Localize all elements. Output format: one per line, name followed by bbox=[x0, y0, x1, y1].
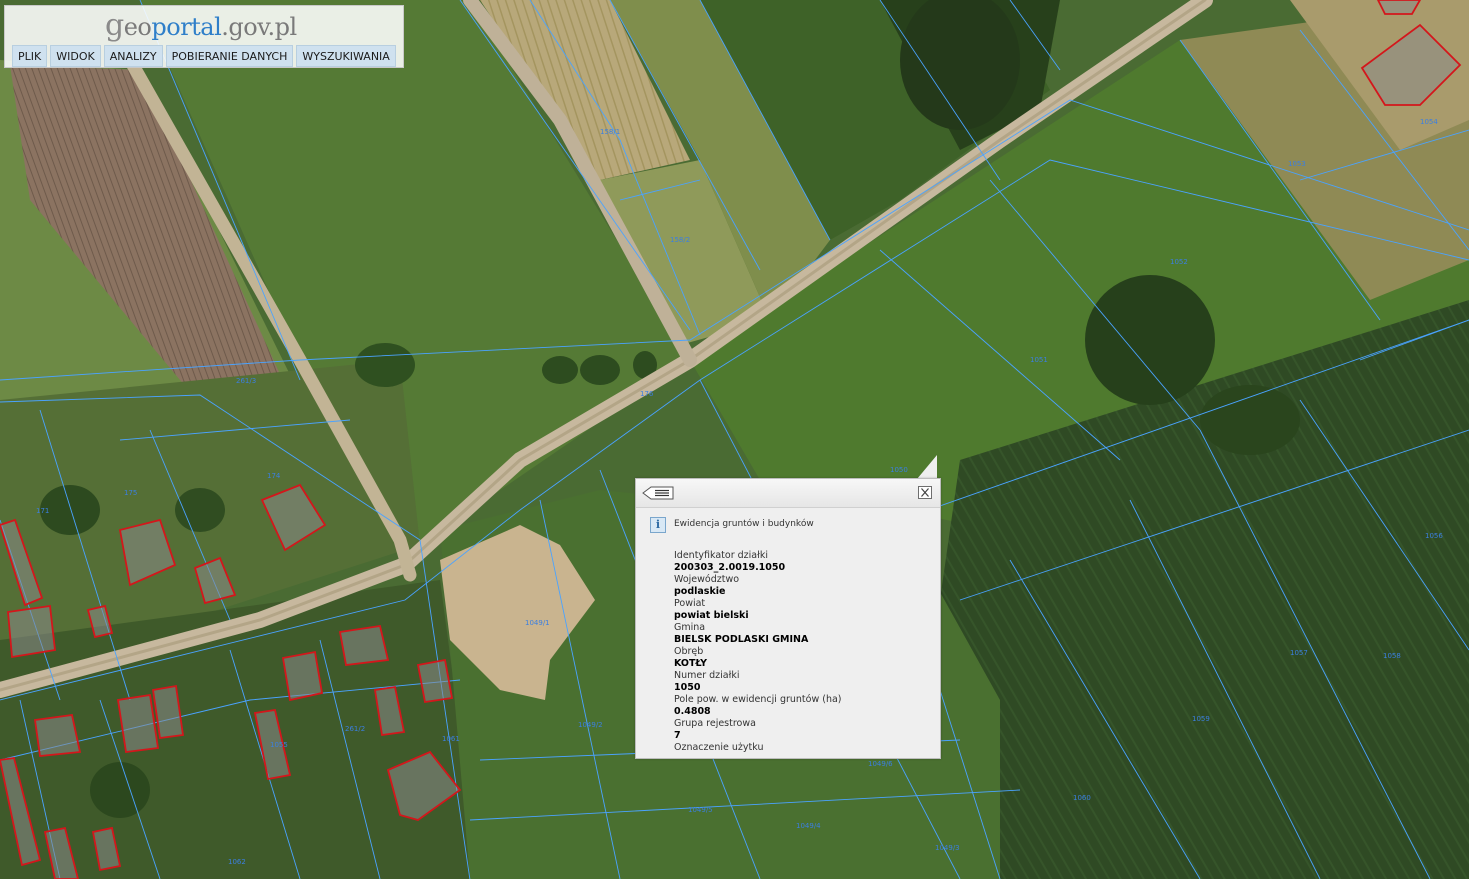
field-label-identyfikator: Identyfikator działki bbox=[674, 550, 768, 561]
menu-plik[interactable]: PLIK bbox=[12, 45, 48, 67]
field-value-identyfikator: 200303_2.0019.1050 bbox=[674, 562, 786, 573]
parcel-info-popup: i Ewidencja gruntów i budynków Identyfik… bbox=[635, 478, 941, 759]
menu-wyszukiwania[interactable]: WYSZUKIWANIA bbox=[296, 45, 396, 67]
svg-text:171: 171 bbox=[36, 507, 49, 515]
close-button[interactable] bbox=[918, 486, 932, 499]
field-label-numer-dzialki: Numer działki bbox=[674, 670, 740, 681]
popup-toolbar bbox=[636, 479, 940, 508]
svg-text:158/2: 158/2 bbox=[670, 236, 690, 244]
svg-text:1057: 1057 bbox=[1290, 649, 1308, 657]
svg-text:1052: 1052 bbox=[1170, 258, 1188, 266]
menu-analizy[interactable]: ANALIZY bbox=[103, 45, 163, 67]
field-label-oznaczenie-uzytku: Oznaczenie użytku bbox=[674, 742, 764, 753]
close-icon bbox=[921, 488, 929, 497]
svg-text:1058: 1058 bbox=[1383, 652, 1401, 660]
menu-pobieranie-danych[interactable]: POBIERANIE DANYCH bbox=[165, 45, 294, 67]
svg-text:1049/4: 1049/4 bbox=[796, 822, 821, 830]
field-value-gmina: BIELSK PODLASKI GMINA bbox=[674, 634, 809, 645]
parcel-attributes: Identyfikator działki 200303_2.0019.1050… bbox=[674, 550, 934, 754]
svg-text:1049/3: 1049/3 bbox=[935, 844, 960, 852]
field-value-powiat: powiat bielski bbox=[674, 610, 749, 621]
svg-text:1055: 1055 bbox=[270, 741, 288, 749]
svg-text:261/2: 261/2 bbox=[345, 725, 365, 733]
geoportal-logo[interactable]: geoportal.gov.pl bbox=[105, 8, 297, 43]
svg-text:1051: 1051 bbox=[1030, 356, 1048, 364]
app-header: geoportal.gov.pl PLIK WIDOK ANALIZY POBI… bbox=[4, 5, 404, 68]
main-menu: PLIK WIDOK ANALIZY POBIERANIE DANYCH WYS… bbox=[12, 45, 396, 67]
popup-pointer bbox=[917, 455, 937, 479]
svg-text:1050: 1050 bbox=[890, 466, 908, 474]
svg-text:1049/2: 1049/2 bbox=[578, 721, 603, 729]
field-label-powiat: Powiat bbox=[674, 598, 706, 609]
field-value-wojewodztwo: podlaskie bbox=[674, 586, 726, 597]
field-value-obreb: KOTŁY bbox=[674, 658, 707, 669]
list-menu-icon[interactable] bbox=[642, 486, 674, 500]
svg-text:1053: 1053 bbox=[1288, 160, 1306, 168]
svg-text:174: 174 bbox=[267, 472, 281, 480]
svg-text:1049/6: 1049/6 bbox=[868, 760, 893, 768]
field-label-grupa-rejestrowa: Grupa rejestrowa bbox=[674, 718, 756, 729]
svg-text:261/3: 261/3 bbox=[236, 377, 256, 385]
svg-text:1049/1: 1049/1 bbox=[525, 619, 550, 627]
menu-widok[interactable]: WIDOK bbox=[50, 45, 101, 67]
svg-text:1062: 1062 bbox=[228, 858, 246, 866]
info-icon: i bbox=[650, 517, 666, 533]
field-value-numer-dzialki: 1050 bbox=[674, 682, 701, 693]
field-value-pole-pow: 0.4808 bbox=[674, 706, 711, 717]
svg-text:1059: 1059 bbox=[1192, 715, 1210, 723]
field-label-pole-pow: Pole pow. w ewidencji gruntów (ha) bbox=[674, 694, 842, 705]
svg-text:158/1: 158/1 bbox=[600, 128, 620, 136]
svg-text:1049/5: 1049/5 bbox=[688, 806, 713, 814]
svg-text:176: 176 bbox=[640, 390, 654, 398]
svg-text:1056: 1056 bbox=[1425, 532, 1443, 540]
field-value-grupa-rejestrowa: 7 bbox=[674, 730, 681, 741]
svg-text:1061: 1061 bbox=[442, 735, 460, 743]
svg-text:1054: 1054 bbox=[1420, 118, 1438, 126]
field-label-gmina: Gmina bbox=[674, 622, 706, 633]
popup-header: Ewidencja gruntów i budynków bbox=[674, 519, 814, 529]
svg-text:175: 175 bbox=[124, 489, 137, 497]
svg-text:1060: 1060 bbox=[1073, 794, 1091, 802]
field-label-wojewodztwo: Województwo bbox=[674, 574, 740, 585]
field-label-obreb: Obręb bbox=[674, 646, 704, 657]
